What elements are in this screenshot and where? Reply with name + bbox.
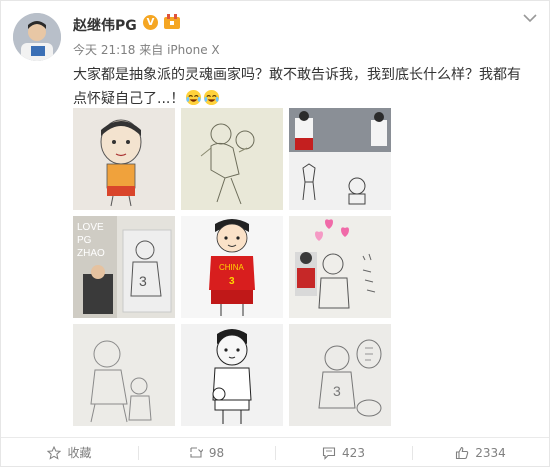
image-thumbnail[interactable] (181, 108, 283, 210)
post-time[interactable]: 今天 21:18 (73, 43, 135, 57)
post-meta: 今天 21:18 来自 iPhone X (73, 41, 220, 58)
repost-button[interactable]: 98 (138, 438, 275, 467)
image-thumbnail[interactable] (289, 108, 391, 210)
image-thumbnail[interactable]: LOVE PG ZHAO 3 (73, 216, 175, 318)
avatar[interactable] (13, 13, 61, 61)
member-medal-icon (164, 14, 180, 29)
repost-count: 98 (208, 445, 225, 460)
image-thumbnail[interactable] (73, 324, 175, 426)
action-bar: 收藏 98 423 2334 (1, 437, 549, 467)
pg-text: PG (77, 235, 92, 246)
post-text: 大家都是抽象派的灵魂画家吗？敢不敢告诉我，我到底长什么样？我都有点怀疑自己了..… (73, 63, 533, 111)
laugh-cry-emoji-icon (204, 89, 220, 106)
image-thumbnail[interactable] (73, 108, 175, 210)
image-thumbnail[interactable]: 3 (289, 324, 391, 426)
svg-text:3: 3 (333, 383, 341, 399)
verified-badge: V (143, 15, 158, 30)
chevron-down-icon[interactable] (523, 13, 537, 23)
image-grid: LOVE PG ZHAO 3 CHINA 3 3 (73, 108, 391, 426)
source-prefix: 来自 (139, 43, 164, 57)
jersey-text: CHINA (219, 263, 245, 272)
love-text: LOVE (77, 222, 104, 233)
star-icon (47, 445, 62, 460)
weibo-post-card: 赵继伟PG V 今天 21:18 来自 iPhone X 大家都是抽象派的灵魂画… (0, 0, 550, 467)
favorite-label: 收藏 (67, 446, 92, 460)
favorite-button[interactable]: 收藏 (1, 438, 138, 467)
laugh-cry-emoji-icon (186, 89, 202, 106)
post-body: 大家都是抽象派的灵魂画家吗？敢不敢告诉我，我到底长什么样？我都有点怀疑自己了..… (73, 67, 521, 107)
repost-icon (190, 446, 203, 458)
like-button[interactable]: 2334 (412, 438, 549, 467)
zhao-text: ZHAO (77, 248, 105, 259)
comment-count: 423 (342, 445, 365, 460)
post-source[interactable]: iPhone X (167, 43, 220, 57)
comment-button[interactable]: 423 (275, 438, 412, 467)
image-thumbnail[interactable] (181, 324, 283, 426)
svg-text:3: 3 (139, 273, 147, 289)
svg-text:3: 3 (229, 276, 235, 287)
thumbs-up-icon (456, 446, 469, 459)
author-name[interactable]: 赵继伟PG (73, 15, 137, 35)
like-count: 2334 (475, 445, 506, 460)
image-thumbnail[interactable]: CHINA 3 (181, 216, 283, 318)
comment-icon (322, 446, 336, 460)
image-thumbnail[interactable] (289, 216, 391, 318)
